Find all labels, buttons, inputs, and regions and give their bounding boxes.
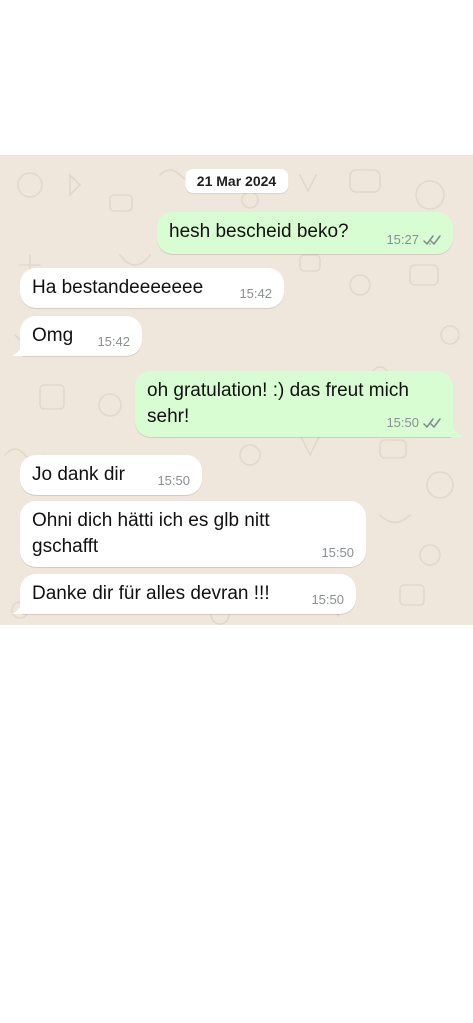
message-meta: 15:50 bbox=[311, 592, 344, 608]
message-meta: 15:27 bbox=[386, 232, 441, 248]
message-time: 15:27 bbox=[386, 232, 419, 247]
message-text: Jo dank dir bbox=[32, 464, 125, 485]
message-bubble-outgoing[interactable]: hesh bescheid beko? 15:27 bbox=[157, 212, 453, 254]
message-meta: 15:50 bbox=[386, 415, 441, 431]
message-time: 15:42 bbox=[97, 334, 130, 349]
message-bubble-incoming[interactable]: Omg 15:42 bbox=[20, 316, 142, 356]
message-text: Danke dir für alles devran !!! bbox=[32, 583, 270, 604]
message-time: 15:50 bbox=[386, 415, 419, 430]
bubble-tail-outgoing bbox=[451, 423, 463, 437]
message-text: Ohni dich hätti ich es glb nitt gschafft bbox=[32, 510, 270, 557]
bubble-tail-incoming bbox=[12, 342, 24, 356]
message-bubble-incoming[interactable]: Ha bestandeeeeeee 15:42 bbox=[20, 268, 284, 308]
message-bubble-incoming[interactable]: Ohni dich hätti ich es glb nitt gschafft… bbox=[20, 501, 366, 567]
message-meta: 15:42 bbox=[239, 286, 272, 302]
message-meta: 15:42 bbox=[97, 334, 130, 350]
message-bubble-outgoing[interactable]: oh gratulation! :) das freut mich sehr! … bbox=[135, 371, 453, 437]
message-text: hesh bescheid beko? bbox=[169, 221, 349, 242]
read-icon bbox=[423, 234, 441, 245]
read-icon bbox=[423, 417, 441, 428]
message-time: 15:50 bbox=[311, 592, 344, 607]
message-bubble-incoming[interactable]: Danke dir für alles devran !!! 15:50 bbox=[20, 574, 356, 614]
message-time: 15:50 bbox=[157, 473, 190, 488]
message-text: Ha bestandeeeeeee bbox=[32, 277, 204, 298]
message-text: Omg bbox=[32, 325, 74, 346]
chat-area[interactable]: 21 Mar 2024 hesh bescheid beko? 15:27 Ha… bbox=[0, 155, 473, 625]
message-time: 15:50 bbox=[321, 545, 354, 560]
message-meta: 15:50 bbox=[157, 473, 190, 489]
message-time: 15:42 bbox=[239, 286, 272, 301]
message-bubble-incoming[interactable]: Jo dank dir 15:50 bbox=[20, 455, 202, 495]
bubble-tail-incoming bbox=[12, 600, 24, 614]
message-meta: 15:50 bbox=[321, 545, 354, 561]
date-separator: 21 Mar 2024 bbox=[184, 169, 289, 193]
